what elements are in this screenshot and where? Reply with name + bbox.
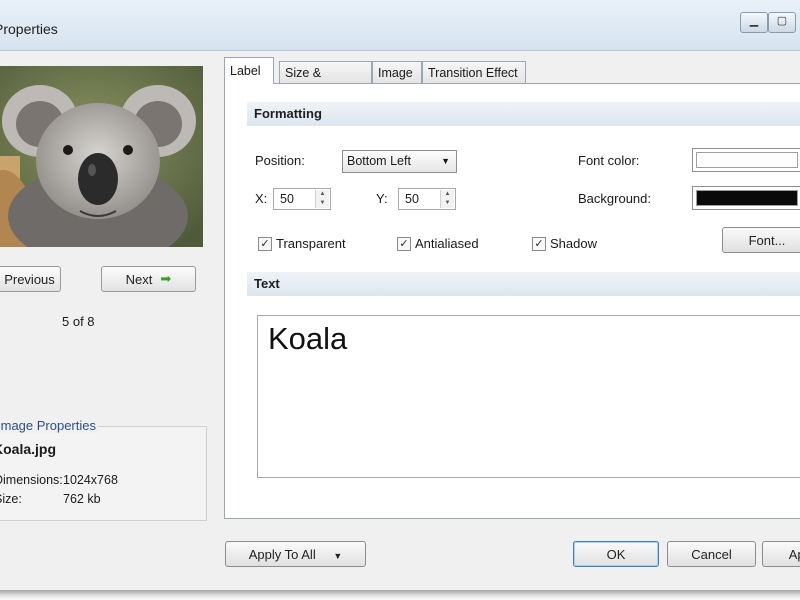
tab-label[interactable]: Label: [224, 57, 274, 84]
font-color-picker[interactable]: [692, 148, 800, 172]
spinner-arrows-icon[interactable]: ▲ ▼: [440, 190, 454, 208]
position-value: Bottom Left: [347, 154, 411, 168]
ok-button[interactable]: OK: [573, 541, 659, 567]
font-color-swatch: [696, 152, 798, 168]
y-value: 50: [405, 192, 419, 206]
minimize-button[interactable]: ▁: [740, 12, 768, 33]
image-properties-legend: Image Properties: [0, 418, 98, 433]
position-select[interactable]: Bottom Left ▼: [342, 150, 457, 173]
minimize-icon: ▁: [749, 15, 759, 27]
next-label: Next: [125, 271, 153, 287]
checkmark-icon: ✓: [258, 236, 272, 251]
properties-dialog: Properties ▁ ▢ Previous Next ➡ 5 of 8 Im…: [0, 0, 800, 590]
apply-button[interactable]: Apply: [762, 541, 800, 567]
x-label: X:: [255, 191, 268, 206]
apply-to-all-label: Apply To All: [248, 546, 316, 562]
window-title: Properties: [0, 21, 58, 37]
text-header: Text: [247, 272, 800, 296]
size-value: 762 kb: [63, 492, 101, 506]
font-button[interactable]: Font...: [722, 227, 800, 253]
next-button[interactable]: Next ➡: [101, 266, 196, 292]
image-filename: Koala.jpg: [0, 441, 57, 457]
y-spinner[interactable]: 50 ▲ ▼: [398, 188, 456, 210]
apply-to-all-button[interactable]: Apply To All ▼: [225, 541, 366, 567]
title-bar: Properties ▁ ▢: [0, 0, 800, 51]
next-arrow-icon: ➡: [160, 271, 172, 286]
previous-button[interactable]: ◀ Previous: [0, 266, 61, 292]
label-text-input[interactable]: Koala: [257, 315, 800, 478]
font-color-label: Font color:: [578, 153, 640, 168]
background-color-swatch: [696, 190, 798, 206]
image-preview: [0, 66, 203, 247]
transparent-checkbox[interactable]: ✓ Transparent: [258, 236, 346, 251]
cancel-button[interactable]: Cancel: [667, 541, 756, 567]
checkmark-icon: ✓: [532, 236, 546, 251]
dimensions-value: 1024x768: [63, 473, 118, 487]
size-label: Size:: [0, 492, 22, 506]
shadow-checkbox[interactable]: ✓ Shadow: [532, 236, 597, 251]
formatting-header: Formatting: [247, 102, 800, 126]
position-label: Position:: [255, 153, 305, 168]
image-counter: 5 of 8: [62, 314, 95, 329]
chevron-down-icon: ▼: [441, 156, 450, 166]
chevron-down-icon: ▼: [333, 550, 343, 561]
maximize-icon: ▢: [776, 15, 788, 27]
koala-photo: [0, 66, 203, 247]
spinner-arrows-icon[interactable]: ▲ ▼: [315, 190, 329, 208]
transparent-label: Transparent: [276, 236, 346, 251]
previous-label: Previous: [4, 271, 55, 287]
antialiased-label: Antialiased: [415, 236, 479, 251]
dimensions-label: Dimensions:: [0, 473, 63, 487]
tab-transition-effect[interactable]: Transition Effect: [422, 61, 526, 83]
y-label: Y:: [376, 191, 388, 206]
maximize-button[interactable]: ▢: [768, 12, 796, 33]
x-value: 50: [280, 192, 294, 206]
x-spinner[interactable]: 50 ▲ ▼: [273, 188, 331, 210]
shadow-label: Shadow: [550, 236, 597, 251]
background-color-picker[interactable]: [692, 186, 800, 210]
tab-size-position[interactable]: Size & Position: [279, 61, 372, 102]
checkmark-icon: ✓: [397, 236, 411, 251]
background-label: Background:: [578, 191, 651, 206]
antialiased-checkbox[interactable]: ✓ Antialiased: [397, 236, 479, 251]
tab-image[interactable]: Image: [372, 61, 422, 83]
